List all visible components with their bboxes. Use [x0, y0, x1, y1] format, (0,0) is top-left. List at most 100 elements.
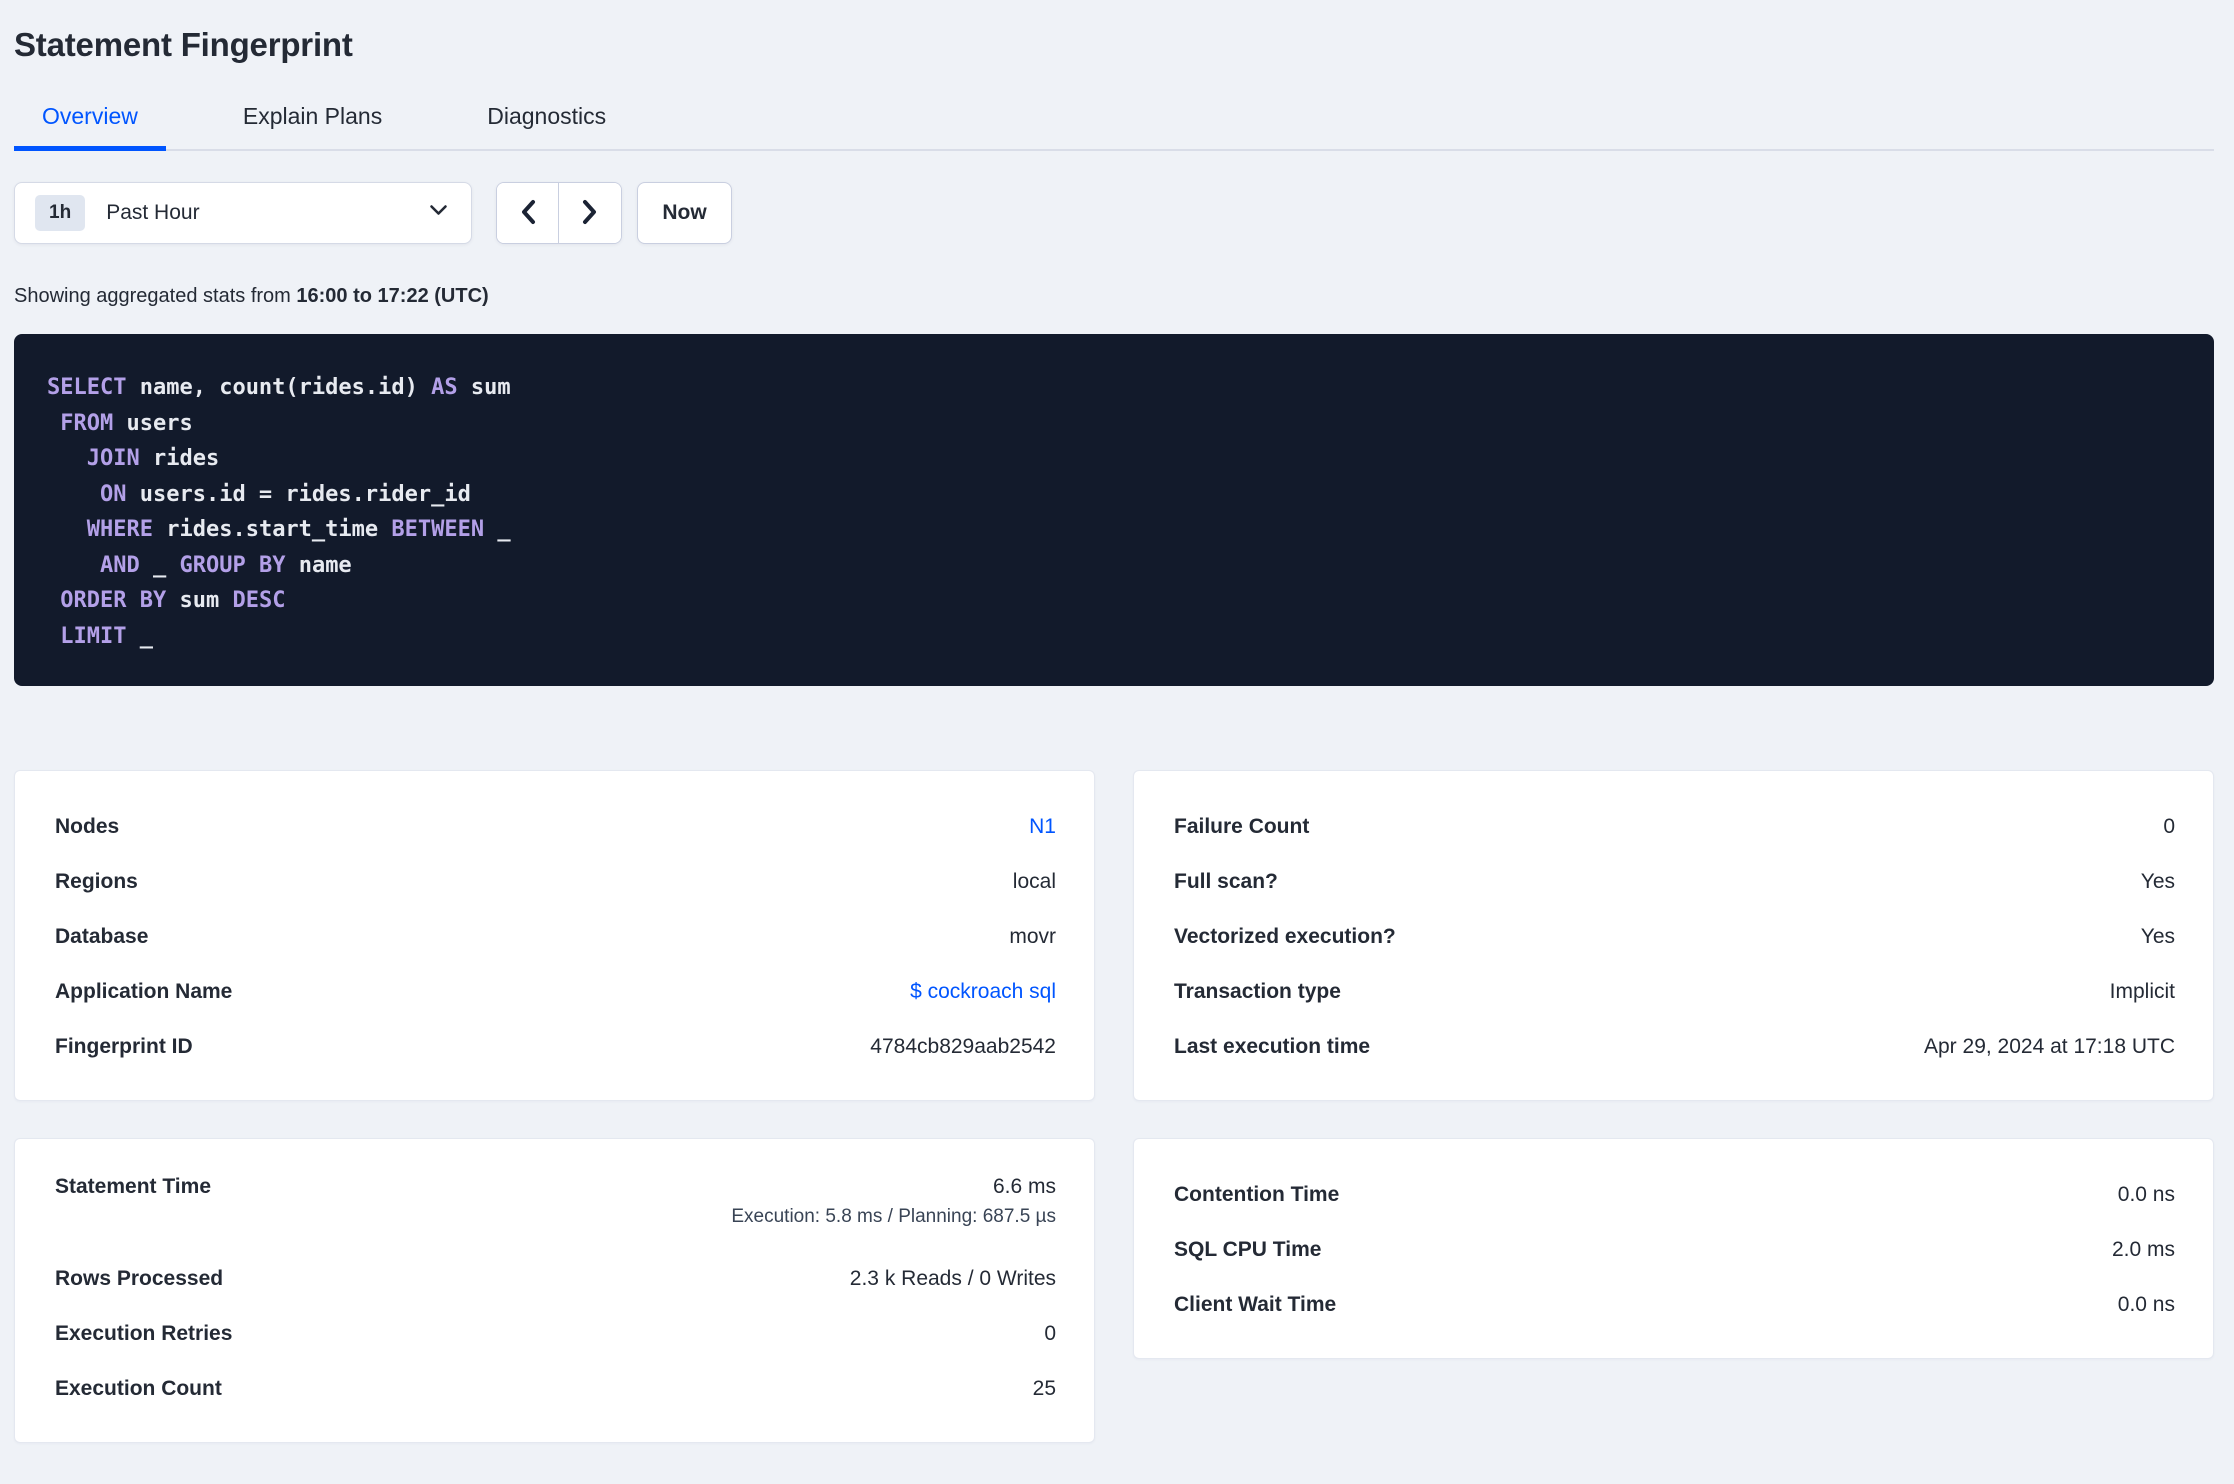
row-label: Transaction type	[1174, 979, 1341, 1003]
sql-line: LIMIT _	[47, 619, 2184, 655]
table-row: Full scan? Yes	[1174, 854, 2175, 909]
overview-card-right: Failure Count 0 Full scan? Yes Vectorize…	[1133, 770, 2214, 1101]
application-name-link[interactable]: $ cockroach sql	[910, 980, 1056, 1004]
row-value-stack: 6.6 ms Execution: 5.8 ms / Planning: 687…	[731, 1175, 1056, 1228]
sql-token: rides.start_time	[152, 517, 392, 542]
table-row: Failure Count 0	[1174, 799, 2175, 854]
sql-keyword: LIMIT	[60, 623, 127, 649]
now-button[interactable]: Now	[637, 182, 732, 244]
table-row: Client Wait Time 0.0 ns	[1174, 1277, 2175, 1332]
sql-keyword: AS	[431, 375, 458, 400]
sql-keyword: ON	[99, 481, 127, 507]
table-row: Execution Count 25	[55, 1361, 1056, 1416]
row-value: 2.0 ms	[2111, 1237, 2175, 1261]
row-value: 6.6 ms	[992, 1175, 1056, 1198]
time-range-label: Past Hour	[106, 201, 200, 224]
row-label: Fingerprint ID	[55, 1034, 193, 1058]
sql-token: sum	[457, 375, 511, 400]
sql-keyword: DESC	[232, 588, 286, 613]
aggregated-stats-prefix: Showing aggregated stats from	[14, 285, 297, 307]
time-controls: 1h Past Hour Now	[14, 182, 2214, 244]
row-label: Nodes	[55, 814, 120, 838]
aggregated-stats-line: Showing aggregated stats from 16:00 to 1…	[14, 285, 2214, 308]
statement-fingerprint-page: Statement Fingerprint Overview Explain P…	[0, 26, 2234, 1443]
time-range-selector[interactable]: 1h Past Hour	[14, 182, 472, 244]
sql-line: ON users.id = rides.rider_id	[47, 477, 2184, 513]
sql-keyword: AND	[99, 552, 140, 578]
row-label: Client Wait Time	[1174, 1292, 1337, 1316]
row-label: Failure Count	[1174, 814, 1310, 838]
row-label: Execution Retries	[55, 1321, 233, 1345]
sql-token: users.id = rides.rider_id	[126, 481, 471, 507]
timing-cards-row: Statement Time 6.6 ms Execution: 5.8 ms …	[14, 1138, 2214, 1443]
row-value: movr	[1009, 924, 1056, 948]
overview-card-left: Nodes N1 Regions local Database movr App…	[14, 770, 1095, 1101]
row-label: Contention Time	[1174, 1182, 1340, 1206]
row-value: 0	[1044, 1321, 1056, 1345]
chevron-down-icon	[428, 203, 449, 223]
sql-line: AND _ GROUP BY name	[47, 548, 2184, 584]
tabbar: Overview Explain Plans Diagnostics	[14, 103, 2214, 151]
sql-line: SELECT name, count(rides.id) AS sum	[47, 370, 2184, 406]
sql-token: _	[139, 552, 180, 578]
sql-keyword: ORDER BY	[60, 588, 167, 613]
row-value: 0	[2163, 814, 2175, 838]
sql-keyword: JOIN	[86, 446, 140, 471]
row-value: 25	[1032, 1376, 1056, 1400]
sql-token: sum	[166, 588, 233, 613]
row-value: Apr 29, 2024 at 17:18 UTC	[1924, 1034, 2175, 1058]
sql-token: users	[113, 410, 193, 436]
page-title: Statement Fingerprint	[14, 26, 353, 63]
next-interval-button[interactable]	[559, 183, 621, 243]
timing-card-right: Contention Time 0.0 ns SQL CPU Time 2.0 …	[1133, 1138, 2214, 1359]
table-row: Last execution time Apr 29, 2024 at 17:1…	[1174, 1019, 2175, 1074]
sql-keyword: BETWEEN	[391, 517, 485, 542]
sql-token: _	[484, 517, 511, 542]
table-row: SQL CPU Time 2.0 ms	[1174, 1222, 2175, 1277]
row-value: 2.3 k Reads / 0 Writes	[849, 1266, 1056, 1290]
table-row: Statement Time 6.6 ms Execution: 5.8 ms …	[55, 1167, 1056, 1251]
row-label: Last execution time	[1174, 1034, 1371, 1058]
table-row: Database movr	[55, 909, 1056, 964]
prev-interval-button[interactable]	[497, 183, 559, 243]
table-row: Nodes N1	[55, 799, 1056, 854]
row-label: Rows Processed	[55, 1266, 224, 1290]
time-nav-group	[496, 182, 622, 244]
row-label: Execution Count	[55, 1376, 222, 1400]
overview-cards-row: Nodes N1 Regions local Database movr App…	[14, 770, 2214, 1101]
row-label: Statement Time	[55, 1175, 211, 1198]
table-row: Execution Retries 0	[55, 1306, 1056, 1361]
chevron-right-icon	[580, 197, 600, 230]
aggregated-stats-range: 16:00 to 17:22 (UTC)	[296, 285, 489, 307]
sql-line: ORDER BY sum DESC	[47, 583, 2184, 619]
sql-line: WHERE rides.start_time BETWEEN _	[47, 512, 2184, 548]
row-label: Application Name	[55, 979, 233, 1003]
sql-line: JOIN rides	[47, 441, 2184, 477]
row-value: local	[1012, 869, 1056, 893]
row-value: 4784cb829aab2542	[870, 1034, 1056, 1058]
row-label: Full scan?	[1174, 869, 1278, 893]
tab-diagnostics[interactable]: Diagnostics	[459, 103, 634, 149]
table-row: Fingerprint ID 4784cb829aab2542	[55, 1019, 1056, 1074]
nodes-link[interactable]: N1	[1029, 815, 1056, 839]
table-row: Transaction type Implicit	[1174, 964, 2175, 1019]
tab-overview[interactable]: Overview	[14, 103, 166, 151]
sql-keyword: FROM	[60, 410, 114, 436]
chevron-left-icon	[518, 197, 538, 230]
sql-token: name, count(rides.id)	[126, 375, 432, 400]
table-row: Regions local	[55, 854, 1056, 909]
sql-line: FROM users	[47, 406, 2184, 442]
table-row: Contention Time 0.0 ns	[1174, 1167, 2175, 1222]
time-range-badge: 1h	[35, 195, 86, 231]
sql-keyword: GROUP BY	[179, 552, 286, 578]
sql-token: _	[126, 623, 153, 649]
row-value: 0.0 ns	[2117, 1182, 2175, 1206]
tab-explain-plans[interactable]: Explain Plans	[215, 103, 410, 149]
